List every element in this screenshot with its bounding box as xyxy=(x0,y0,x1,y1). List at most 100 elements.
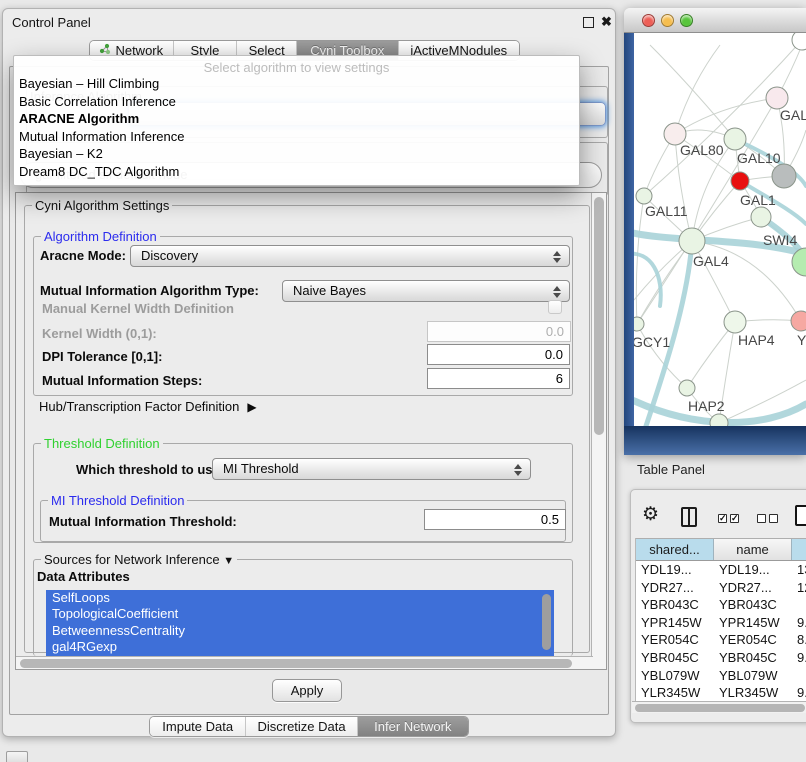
close-window-icon[interactable] xyxy=(642,14,655,27)
algorithm-option[interactable]: Mutual Information Inference xyxy=(14,128,579,146)
network-node[interactable] xyxy=(751,207,771,227)
table-row[interactable]: YDR27...YDR27...12 xyxy=(636,579,806,597)
node-label: HAP4 xyxy=(738,332,775,348)
new-table-icon[interactable] xyxy=(795,505,806,526)
scrollbar-track[interactable] xyxy=(632,701,806,713)
minimize-window-icon[interactable] xyxy=(661,14,674,27)
select-all-columns-icon[interactable] xyxy=(730,514,739,523)
algorithm-option[interactable]: Bayesian – Hill Climbing xyxy=(14,75,579,93)
data-attribute-option[interactable]: TopologicalCoefficient xyxy=(46,606,554,622)
dpi-tolerance-label: DPI Tolerance [0,1]: xyxy=(42,349,162,364)
tab-label: Impute Data xyxy=(162,717,233,736)
network-view-window: GALGAL80GAL10GAL1GAL11SWI4GAL4GCY1HAP4YH… xyxy=(624,8,806,455)
table-cell: YBL079W xyxy=(714,667,792,685)
table-row[interactable]: YBL079WYBL079W xyxy=(636,667,806,685)
network-node[interactable] xyxy=(636,188,652,204)
table-header-row: shared...name xyxy=(636,538,806,561)
data-attribute-option[interactable]: BetweennessCentrality xyxy=(46,623,554,639)
aracne-mode-select[interactable]: Discovery xyxy=(130,245,570,267)
node-label: GAL xyxy=(780,107,806,123)
network-canvas[interactable]: GALGAL80GAL10GAL1GAL11SWI4GAL4GCY1HAP4YH… xyxy=(634,33,806,426)
scrollbar-track[interactable] xyxy=(16,656,593,669)
table-cell: 8. xyxy=(792,631,806,649)
network-edge xyxy=(636,196,644,324)
network-node[interactable] xyxy=(791,311,806,331)
zoom-window-icon[interactable] xyxy=(680,14,693,27)
column-header-hidden[interactable] xyxy=(792,539,806,560)
node-label: GAL11 xyxy=(645,203,688,219)
tab-label: Discretize Data xyxy=(257,717,345,736)
dpi-tolerance-field[interactable]: 0.0 xyxy=(427,344,570,365)
hub-definition-label: Hub/Transcription Factor Definition xyxy=(39,399,239,414)
scrollbar-thumb[interactable] xyxy=(542,594,551,650)
table-panel-title: Table Panel xyxy=(637,462,705,477)
expand-arrow-icon[interactable]: ▶ xyxy=(247,400,256,414)
unselect-all-columns-icon[interactable] xyxy=(769,514,778,523)
which-threshold-value: MI Threshold xyxy=(223,461,299,476)
collapse-arrow-icon[interactable]: ▼ xyxy=(223,555,234,567)
mi-algorithm-type-select[interactable]: Naive Bayes xyxy=(282,280,570,302)
network-node[interactable] xyxy=(772,164,796,188)
data-attribute-option[interactable]: SelfLoops xyxy=(46,590,554,606)
table-body: YDL19...YDL19...13YDR27...YDR27...12YBR0… xyxy=(636,561,806,702)
gear-icon[interactable]: ⚙ xyxy=(642,505,659,525)
table-row[interactable]: YDL19...YDL19...13 xyxy=(636,561,806,579)
network-node[interactable] xyxy=(724,128,746,150)
select-all-columns-icon[interactable] xyxy=(718,514,727,523)
kernel-width-field: 0.0 xyxy=(427,321,571,342)
column-header-shared[interactable]: shared... xyxy=(636,539,714,560)
mi-steps-label: Mutual Information Steps: xyxy=(42,373,202,388)
scrollbar-thumb[interactable] xyxy=(635,704,805,712)
algorithm-option[interactable]: Bayesian – K2 xyxy=(14,145,579,163)
network-node[interactable] xyxy=(679,380,695,396)
table-cell: YBR043C xyxy=(636,596,714,614)
table-row[interactable]: YBR045CYBR045C9. xyxy=(636,649,806,667)
column-view-icon[interactable] xyxy=(681,507,697,527)
network-graph: GALGAL80GAL10GAL1GAL11SWI4GAL4GCY1HAP4YH… xyxy=(634,33,806,426)
algorithm-option[interactable]: Basic Correlation Inference xyxy=(14,93,579,111)
unselect-all-columns-icon[interactable] xyxy=(757,514,766,523)
hub-definition-expander[interactable]: Hub/Transcription Factor Definition ▶ xyxy=(39,399,257,415)
cyni-settings-scrollpane: Cyni Algorithm Settings Algorithm Defini… xyxy=(15,192,607,670)
panel-title: Control Panel xyxy=(12,15,91,30)
close-panel-icon[interactable]: ✖ xyxy=(601,14,612,30)
table-cell: 9. xyxy=(792,684,806,702)
data-attribute-option[interactable]: gal4RGexp xyxy=(46,639,554,655)
network-frame xyxy=(624,426,806,455)
algorithm-option[interactable]: ARACNE Algorithm xyxy=(14,110,579,128)
network-edge xyxy=(675,45,720,134)
network-edge xyxy=(650,45,735,139)
scrollbar-thumb[interactable] xyxy=(20,659,572,668)
table-row[interactable]: YER054CYER054C8. xyxy=(636,631,806,649)
network-node[interactable] xyxy=(766,87,788,109)
table-row[interactable]: YPR145WYPR145W9. xyxy=(636,614,806,632)
table-row[interactable]: YLR345WYLR345W9. xyxy=(636,684,806,702)
minimized-window-icon[interactable] xyxy=(6,751,28,762)
mi-threshold-definition-title: MI Threshold Definition xyxy=(48,493,187,508)
which-threshold-select[interactable]: MI Threshold xyxy=(212,458,531,480)
apply-button[interactable]: Apply xyxy=(272,679,342,702)
data-attributes-list[interactable]: SelfLoopsTopologicalCoefficientBetweenne… xyxy=(46,590,554,657)
node-label: HAP2 xyxy=(688,398,725,414)
mi-steps-field[interactable]: 6 xyxy=(427,368,570,389)
tab-discretize-data[interactable]: Discretize Data xyxy=(246,717,357,736)
manual-kernel-width-checkbox[interactable] xyxy=(548,300,562,314)
scrollbar-track[interactable] xyxy=(591,193,606,669)
network-node[interactable] xyxy=(710,414,728,426)
network-node[interactable] xyxy=(731,172,749,190)
tab-infer-network[interactable]: Infer Network xyxy=(358,717,468,736)
network-window-titlebar[interactable] xyxy=(624,8,806,33)
network-node[interactable] xyxy=(679,228,705,254)
network-node[interactable] xyxy=(792,33,806,50)
table-row[interactable]: YBR043CYBR043C xyxy=(636,596,806,614)
mi-threshold-field[interactable]: 0.5 xyxy=(424,509,566,530)
node-table: shared...name YDL19...YDL19...13YDR27...… xyxy=(635,538,806,702)
float-panel-icon[interactable] xyxy=(583,17,594,28)
network-node[interactable] xyxy=(634,317,644,331)
algorithm-option[interactable]: Dream8 DC_TDC Algorithm xyxy=(14,163,579,181)
network-node[interactable] xyxy=(724,311,746,333)
algorithm-definition-group: Algorithm Definition Aracne Mode: Discov… xyxy=(33,236,573,396)
scrollbar-thumb[interactable] xyxy=(594,197,604,435)
tab-impute-data[interactable]: Impute Data xyxy=(150,717,246,736)
column-header-name[interactable]: name xyxy=(714,539,792,560)
